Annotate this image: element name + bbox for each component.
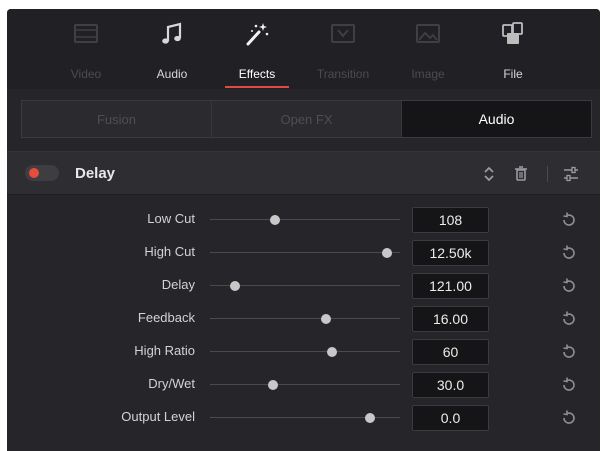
settings-sliders-icon[interactable]	[561, 164, 581, 184]
param-row-dry-wet: Dry/Wet 30.0	[7, 370, 600, 400]
param-slider[interactable]	[210, 376, 400, 394]
slider-thumb[interactable]	[269, 215, 280, 225]
tab-audio[interactable]: Audio	[132, 15, 212, 89]
param-value-field[interactable]: 12.50k	[412, 240, 489, 266]
slider-track	[210, 318, 400, 319]
param-slider[interactable]	[210, 409, 400, 427]
reset-icon[interactable]	[559, 375, 579, 395]
param-row-feedback: Feedback 16.00	[7, 304, 600, 334]
effect-header: Delay	[7, 151, 600, 195]
tab-effects[interactable]: Effects	[217, 15, 297, 89]
param-label: High Ratio	[134, 343, 195, 358]
tab-audio-label: Audio	[156, 67, 188, 81]
file-icon	[502, 22, 523, 44]
reset-icon[interactable]	[559, 309, 579, 329]
param-slider[interactable]	[210, 277, 400, 295]
param-row-low-cut: Low Cut 108	[7, 205, 600, 235]
slider-thumb[interactable]	[229, 281, 240, 291]
subtab-open-fx[interactable]: Open FX	[212, 101, 402, 137]
inspector-toolbar: Video Audio Effects Transition Image Fil…	[7, 9, 600, 89]
tab-file-label: File	[503, 67, 523, 81]
param-slider[interactable]	[210, 343, 400, 361]
param-row-high-cut: High Cut 12.50k	[7, 238, 600, 268]
reset-icon[interactable]	[559, 408, 579, 428]
param-value-field[interactable]: 60	[412, 339, 489, 365]
expand-collapse-icon[interactable]	[479, 164, 499, 184]
param-slider[interactable]	[210, 244, 400, 262]
effect-enable-toggle[interactable]	[25, 165, 59, 181]
slider-track	[210, 351, 400, 352]
param-value-field[interactable]: 16.00	[412, 306, 489, 332]
param-value-field[interactable]: 121.00	[412, 273, 489, 299]
subtab-fusion[interactable]: Fusion	[22, 101, 212, 137]
param-row-output-level: Output Level 0.0	[7, 403, 600, 433]
tab-video[interactable]: Video	[46, 15, 126, 89]
effect-title: Delay	[75, 165, 116, 182]
param-value-field[interactable]: 30.0	[412, 372, 489, 398]
param-row-high-ratio: High Ratio 60	[7, 337, 600, 367]
trash-icon[interactable]	[511, 164, 531, 184]
inspector-panel: Video Audio Effects Transition Image Fil…	[7, 9, 600, 451]
slider-track	[210, 252, 400, 253]
transition-icon	[331, 24, 355, 43]
param-label: Output Level	[121, 409, 195, 424]
magic-wand-icon	[246, 23, 269, 46]
slider-thumb[interactable]	[267, 380, 278, 390]
param-label: Low Cut	[147, 211, 195, 226]
param-slider[interactable]	[210, 310, 400, 328]
param-label: High Cut	[144, 244, 195, 259]
effects-category-tabs: Fusion Open FX Audio	[21, 100, 592, 138]
param-label: Feedback	[137, 310, 195, 325]
param-value-field[interactable]: 108	[412, 207, 489, 233]
reset-icon[interactable]	[559, 210, 579, 230]
tab-file[interactable]: File	[473, 15, 553, 89]
video-icon	[74, 24, 98, 43]
slider-thumb[interactable]	[364, 413, 375, 423]
active-tab-underline	[225, 86, 289, 88]
tab-transition-label: Transition	[316, 67, 370, 81]
param-slider[interactable]	[210, 211, 400, 229]
param-row-delay: Delay 121.00	[7, 271, 600, 301]
reset-icon[interactable]	[559, 243, 579, 263]
tab-effects-label: Effects	[238, 67, 276, 81]
param-label: Dry/Wet	[148, 376, 195, 391]
slider-track	[210, 384, 400, 385]
slider-thumb[interactable]	[320, 314, 331, 324]
tab-transition[interactable]: Transition	[303, 15, 383, 89]
slider-thumb[interactable]	[326, 347, 337, 357]
reset-icon[interactable]	[559, 276, 579, 296]
tab-image[interactable]: Image	[388, 15, 468, 89]
music-note-icon	[162, 22, 182, 44]
tab-image-label: Image	[411, 67, 445, 81]
slider-track	[210, 219, 400, 220]
header-divider	[547, 166, 548, 182]
tab-video-label: Video	[70, 67, 102, 81]
param-label: Delay	[161, 277, 195, 292]
reset-icon[interactable]	[559, 342, 579, 362]
toggle-knob	[29, 168, 39, 178]
image-icon	[416, 24, 440, 43]
subtab-audio[interactable]: Audio	[402, 101, 591, 137]
param-value-field[interactable]: 0.0	[412, 405, 489, 431]
slider-thumb[interactable]	[381, 248, 392, 258]
